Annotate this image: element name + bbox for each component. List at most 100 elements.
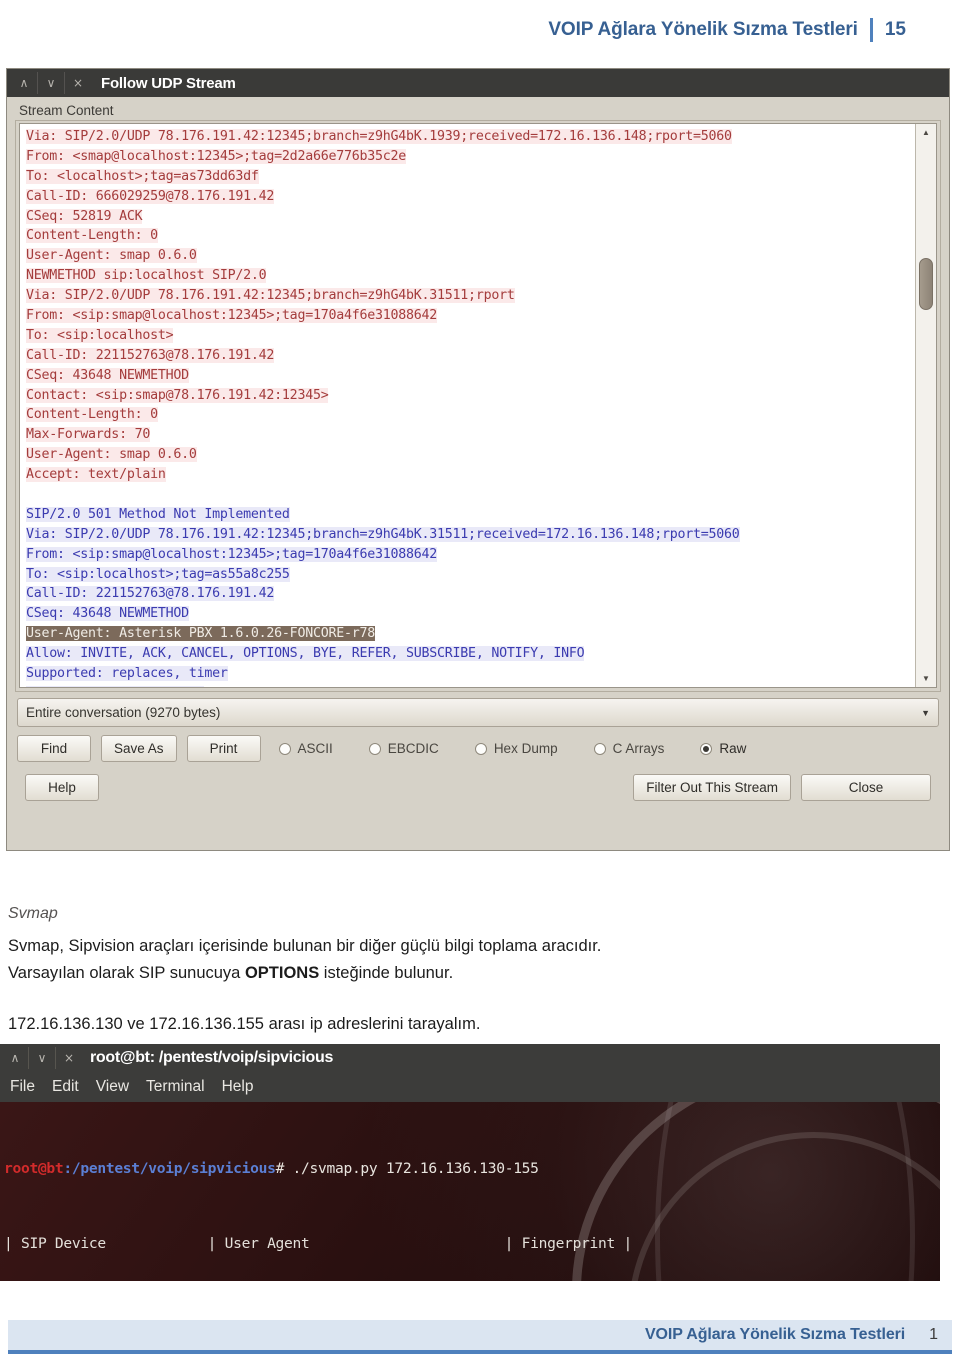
stream-line-text: CSeq: 52819 ACK bbox=[26, 208, 143, 224]
footer-page-number: 1 bbox=[929, 1326, 938, 1343]
document-body: Svmap Svmap, Sipvision araçları içerisin… bbox=[8, 905, 952, 1038]
radio-label: ASCII bbox=[297, 741, 333, 756]
stream-line: User-Agent: smap 0.6.0 bbox=[26, 445, 915, 465]
paragraph-line-2-after: isteğinde bulunur. bbox=[319, 964, 454, 982]
stream-content-frame: Via: SIP/2.0/UDP 78.176.191.42:12345;bra… bbox=[15, 120, 941, 692]
stream-line-text: From: <sip:smap@localhost:12345>;tag=170… bbox=[26, 308, 438, 324]
stream-line: Call-ID: 221152763@78.176.191.42 bbox=[26, 346, 915, 366]
radio-dot-icon bbox=[278, 742, 291, 755]
stream-line: Call-ID: 666029259@78.176.191.42 bbox=[26, 187, 915, 207]
stream-line-text: Allow: INVITE, ACK, CANCEL, OPTIONS, BYE… bbox=[26, 646, 585, 662]
header-page-number: 15 bbox=[884, 19, 906, 40]
stream-line: To: <sip:localhost>;tag=as55a8c255 bbox=[26, 565, 915, 585]
stream-line: Call-ID: 221152763@78.176.191.42 bbox=[26, 584, 915, 604]
scrollbar-thumb[interactable] bbox=[919, 258, 933, 310]
action-row: Find Save As Print ASCII EBCDIC Hex Dump C … bbox=[15, 727, 941, 762]
radio-ascii[interactable]: ASCII bbox=[278, 741, 333, 756]
stream-line: User-Agent: Asterisk PBX 1.6.0.26-FONCOR… bbox=[26, 624, 915, 644]
terminal-menu-edit[interactable]: Edit bbox=[52, 1078, 79, 1096]
terminal-screen[interactable]: root@bt:/pentest/voip/sipvicious# ./svma… bbox=[0, 1102, 940, 1281]
stream-line-text: Call-ID: 666029259@78.176.191.42 bbox=[26, 188, 275, 204]
terminal-menubar: File Edit View Terminal Help bbox=[0, 1072, 940, 1102]
stream-line-text: Accept: text/plain bbox=[26, 467, 166, 483]
stream-line-text: Via: SIP/2.0/UDP 78.176.191.42:12345;bra… bbox=[26, 129, 732, 144]
close-button[interactable]: Close bbox=[801, 774, 931, 801]
minimize-icon[interactable]: ∧ bbox=[11, 72, 37, 94]
radio-raw[interactable]: Raw bbox=[700, 741, 746, 756]
stream-line-text: User-Agent: Asterisk PBX 1.6.0.26-FONCOR… bbox=[26, 626, 375, 642]
header-title: VOIP Ağlara Yönelik Sızma Testleri bbox=[548, 19, 858, 40]
stream-line: Accept: text/plain bbox=[26, 465, 915, 485]
stream-line-text: Content-Length: 0 bbox=[26, 228, 158, 244]
stream-line: Max-Forwards: 70 bbox=[26, 425, 915, 445]
conversation-select-row: Entire conversation (9270 bytes) ▼ bbox=[15, 692, 941, 727]
save-as-button[interactable]: Save As bbox=[101, 735, 177, 762]
radio-dot-icon bbox=[474, 742, 487, 755]
stream-line-text: To: <sip:localhost>;tag=as55a8c255 bbox=[26, 566, 290, 582]
stream-line bbox=[26, 485, 915, 505]
radio-dot-icon bbox=[368, 742, 381, 755]
maximize-icon[interactable]: ∨ bbox=[37, 72, 65, 94]
stream-line-text: Via: SIP/2.0/UDP 78.176.191.42:12345;bra… bbox=[26, 526, 740, 542]
chevron-down-icon: ▼ bbox=[921, 707, 930, 718]
print-button[interactable]: Print bbox=[186, 735, 261, 762]
terminal-minimize-icon[interactable]: ∧ bbox=[2, 1047, 28, 1069]
stream-line-text: CSeq: 43648 NEWMETHOD bbox=[26, 606, 189, 622]
conversation-select[interactable]: Entire conversation (9270 bytes) ▼ bbox=[17, 698, 939, 727]
stream-content-label: Stream Content bbox=[19, 103, 114, 118]
stream-line-text: SIP/2.0 501 Method Not Implemented bbox=[26, 506, 290, 522]
stream-line-text: Content-Length: 0 bbox=[26, 407, 158, 423]
terminal-command: ./svmap.py 172.16.136.130-155 bbox=[292, 1160, 539, 1177]
radio-c-arrays[interactable]: C Arrays bbox=[593, 741, 664, 756]
stream-line: Via: SIP/2.0/UDP 78.176.191.42:12345;bra… bbox=[26, 127, 915, 147]
stream-line: To: <localhost>;tag=as73dd63df bbox=[26, 167, 915, 187]
close-icon[interactable]: × bbox=[65, 72, 91, 94]
page-header: VOIP Ağlara Yönelik Sızma Testleri 15 bbox=[0, 0, 960, 60]
terminal-menu-view[interactable]: View bbox=[96, 1078, 129, 1096]
stream-line-text: Call-ID: 221152763@78.176.191.42 bbox=[26, 347, 275, 363]
radio-label: Raw bbox=[719, 741, 747, 756]
dialog-footer: Help Filter Out This Stream Close bbox=[15, 762, 941, 801]
stream-line-text: To: <sip:localhost> bbox=[26, 327, 174, 343]
stream-line-text: Supported: replaces, timer bbox=[26, 666, 228, 682]
stream-line: CSeq: 43648 NEWMETHOD bbox=[26, 366, 915, 386]
stream-line-text: Call-ID: 221152763@78.176.191.42 bbox=[26, 586, 275, 602]
header-divider bbox=[869, 18, 873, 42]
radio-hex-dump[interactable]: Hex Dump bbox=[474, 741, 558, 756]
radio-dot-icon bbox=[593, 742, 606, 755]
help-button[interactable]: Help bbox=[25, 774, 99, 801]
radio-label: Hex Dump bbox=[493, 741, 558, 756]
terminal-close-icon[interactable]: × bbox=[56, 1047, 82, 1069]
terminal-maximize-icon[interactable]: ∨ bbox=[28, 1047, 56, 1069]
find-button[interactable]: Find bbox=[17, 735, 91, 762]
scroll-up-icon[interactable]: ▲ bbox=[916, 124, 936, 141]
stream-line: Content-Length: 0 bbox=[26, 226, 915, 246]
scroll-down-icon[interactable]: ▼ bbox=[916, 670, 936, 687]
format-radio-group: ASCII EBCDIC Hex Dump C Arrays Raw bbox=[271, 741, 783, 756]
stream-line-text: Max-Forwards: 70 bbox=[26, 427, 151, 443]
paragraph-options-keyword: OPTIONS bbox=[244, 964, 320, 982]
stream-line: SIP/2.0 501 Method Not Implemented bbox=[26, 505, 915, 525]
stream-line: Supported: replaces, timer bbox=[26, 664, 915, 684]
terminal-menu-terminal[interactable]: Terminal bbox=[146, 1078, 205, 1096]
stream-line-text: To: <localhost>;tag=as73dd63df bbox=[26, 168, 259, 184]
stream-scrollbar[interactable]: ▲ ▼ bbox=[915, 124, 936, 687]
terminal-menu-help[interactable]: Help bbox=[222, 1078, 254, 1096]
stream-line: Allow: INVITE, ACK, CANCEL, OPTIONS, BYE… bbox=[26, 644, 915, 664]
stream-line: Via: SIP/2.0/UDP 78.176.191.42:12345;bra… bbox=[26, 525, 915, 545]
stream-line: From: <sip:smap@localhost:12345>;tag=170… bbox=[26, 545, 915, 565]
dialog-title: Follow UDP Stream bbox=[101, 74, 236, 92]
dialog-titlebar: ∧ ∨ × Follow UDP Stream bbox=[7, 69, 949, 97]
footer-title: VOIP Ağlara Yönelik Sızma Testleri bbox=[644, 1326, 906, 1343]
stream-line: Contact: <sip:smap@78.176.191.42:12345> bbox=[26, 386, 915, 406]
radio-ebcdic[interactable]: EBCDIC bbox=[368, 741, 439, 756]
terminal-output: root@bt:/pentest/voip/sipvicious# ./svma… bbox=[4, 1106, 940, 1281]
terminal-prompt-line: root@bt:/pentest/voip/sipvicious# ./svma… bbox=[4, 1156, 940, 1181]
stream-line-text: Accept: application/sdp bbox=[26, 685, 205, 687]
paragraph-line-1: Svmap, Sipvision araçları içerisinde bul… bbox=[8, 937, 602, 955]
stream-text-area[interactable]: Via: SIP/2.0/UDP 78.176.191.42:12345;bra… bbox=[20, 124, 915, 687]
prompt-user: root@bt bbox=[4, 1160, 64, 1177]
stream-line: NEWMETHOD sip:localhost SIP/2.0 bbox=[26, 266, 915, 286]
terminal-menu-file[interactable]: File bbox=[10, 1078, 35, 1096]
filter-out-stream-button[interactable]: Filter Out This Stream bbox=[633, 774, 791, 801]
